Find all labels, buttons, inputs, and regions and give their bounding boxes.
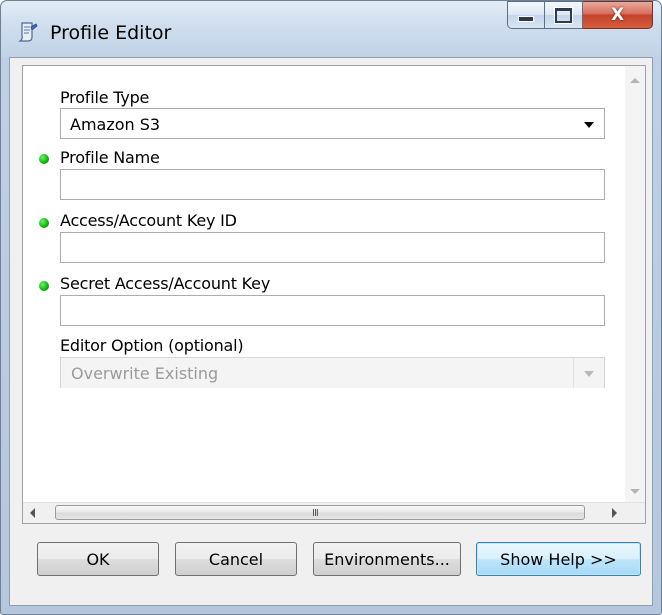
scroll-right-arrow-icon[interactable]	[612, 508, 617, 518]
environments-button[interactable]: Environments...	[313, 542, 461, 576]
close-icon: X	[610, 5, 625, 25]
dropdown-arrow-icon	[584, 371, 594, 377]
horizontal-scroll-thumb[interactable]: III	[55, 505, 585, 520]
scroll-grip-icon: III	[312, 508, 319, 519]
scroll-down-arrow-icon[interactable]	[630, 489, 640, 494]
required-indicator-icon	[39, 281, 49, 291]
secret-key-label: Secret Access/Account Key	[60, 274, 271, 293]
horizontal-scrollbar[interactable]: III	[23, 502, 645, 523]
ok-button[interactable]: OK	[37, 542, 159, 576]
minimize-button[interactable]	[507, 1, 545, 29]
scrollbar-corner	[625, 503, 645, 523]
show-help-button[interactable]: Show Help >>	[476, 542, 641, 576]
dialog-client-area: Profile Type Amazon S3 Profile Name Acce…	[9, 57, 653, 606]
profile-name-label: Profile Name	[60, 148, 160, 167]
profile-name-input[interactable]	[60, 169, 605, 200]
profile-type-label: Profile Type	[60, 88, 150, 107]
maximize-button[interactable]	[545, 1, 583, 29]
dropdown-arrow-icon	[584, 122, 594, 128]
cancel-button[interactable]: Cancel	[175, 542, 297, 576]
required-indicator-icon	[39, 154, 49, 164]
access-key-id-label: Access/Account Key ID	[60, 211, 237, 230]
parameters-panel: Profile Type Amazon S3 Profile Name Acce…	[22, 65, 646, 524]
secret-key-input[interactable]	[60, 295, 605, 326]
title-bar[interactable]: Profile Editor X	[1, 1, 661, 57]
editor-option-dropdown: Overwrite Existing	[60, 357, 605, 388]
scroll-left-arrow-icon[interactable]	[30, 508, 35, 518]
close-button[interactable]: X	[583, 1, 653, 29]
scroll-up-arrow-icon[interactable]	[630, 78, 640, 83]
profile-type-dropdown[interactable]: Amazon S3	[60, 108, 605, 139]
vertical-scrollbar[interactable]	[625, 66, 645, 506]
profile-type-value: Amazon S3	[70, 115, 161, 134]
required-indicator-icon	[39, 218, 49, 228]
editor-option-label: Editor Option (optional)	[60, 336, 244, 355]
editor-option-value: Overwrite Existing	[71, 364, 219, 383]
caption-buttons: X	[507, 1, 653, 31]
maximize-icon	[555, 7, 572, 23]
profile-editor-window: Profile Editor X Profile Type Amazon S3 …	[0, 0, 662, 615]
minimize-icon	[518, 16, 534, 22]
window-title: Profile Editor	[50, 22, 172, 44]
tool-script-icon	[18, 22, 38, 42]
access-key-id-input[interactable]	[60, 232, 605, 263]
